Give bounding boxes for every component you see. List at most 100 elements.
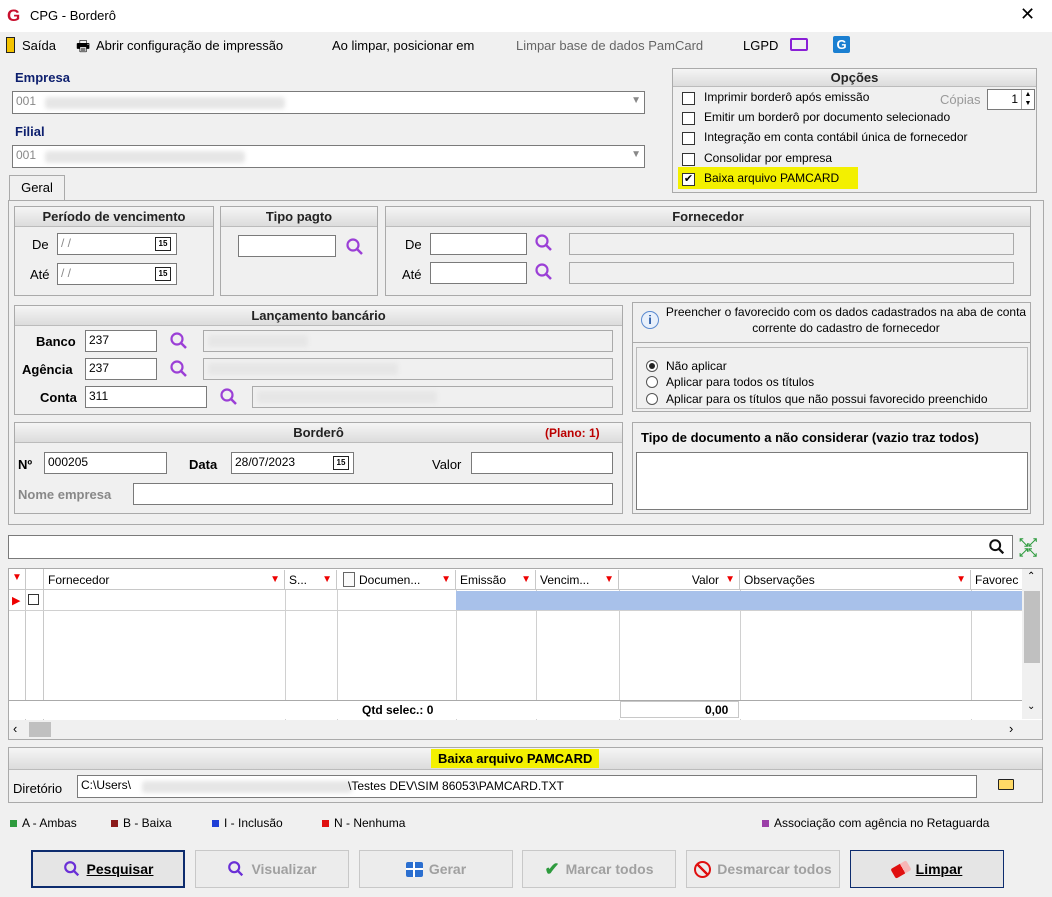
search-icon[interactable] — [534, 233, 554, 253]
fornecedor-de-label: De — [405, 237, 422, 252]
data-label: Data — [189, 457, 218, 472]
scroll-up-icon[interactable]: ⌃ — [1027, 571, 1035, 582]
spin-icon[interactable]: ▲ ▼ — [1021, 90, 1034, 109]
col-emissao[interactable]: Emissão ▼ — [456, 570, 536, 590]
col-observacoes[interactable]: Observações ▼ — [740, 570, 971, 590]
conta-input[interactable]: 311 — [85, 386, 207, 408]
agencia-input[interactable]: 237 — [85, 358, 157, 380]
limpar-base-button[interactable]: Limpar base de dados PamCard — [516, 38, 703, 53]
scroll-down-icon[interactable]: ⌄ — [1027, 701, 1035, 712]
close-icon[interactable]: ✕ — [1020, 4, 1035, 25]
diretorio-input[interactable]: C:\Users\ \Testes DEV\SIM 86053\PAMCARD.… — [77, 775, 977, 798]
scroll-thumb[interactable] — [1024, 591, 1040, 663]
limpar-button[interactable]: Limpar — [850, 850, 1004, 888]
filial-select[interactable]: 001 ▼ — [12, 145, 645, 168]
app-logo-icon: G — [7, 6, 21, 25]
monitor-icon[interactable] — [790, 38, 808, 51]
copias-input[interactable]: 1 ▲ ▼ — [987, 89, 1035, 110]
horizontal-scrollbar[interactable]: ‹ › — [9, 720, 1042, 739]
valor-input[interactable] — [471, 452, 613, 474]
eraser-icon — [890, 859, 912, 879]
legend-n: N - Nenhuma — [322, 816, 405, 830]
chevron-down-icon[interactable]: ▼ — [631, 95, 641, 106]
visualizar-label: Visualizar — [251, 861, 317, 877]
opcao-checkbox-2[interactable] — [682, 132, 695, 145]
filter-icon: ▼ — [604, 574, 614, 585]
expand-icon[interactable]: ⤡⤢ ⤢⤡ — [1018, 538, 1038, 559]
scroll-left-icon[interactable]: ‹ — [13, 721, 17, 736]
favorecido-radio-2[interactable] — [646, 393, 658, 405]
pesquisar-button[interactable]: Pesquisar — [31, 850, 185, 888]
valor-label: Valor — [432, 457, 462, 472]
opcao-checkbox-1[interactable] — [682, 112, 695, 125]
row-checkbox[interactable] — [28, 594, 39, 605]
numero-input[interactable]: 000205 — [44, 452, 167, 474]
scroll-hthumb[interactable] — [29, 722, 51, 737]
fornecedor-de-input[interactable] — [430, 233, 527, 255]
opcao-checkbox-4[interactable]: ✔ — [682, 173, 695, 186]
opcao-label-0: Imprimir borderô após emissão — [704, 90, 870, 104]
tipo-doc-input[interactable] — [636, 452, 1028, 510]
abrir-config-button[interactable]: Abrir configuração de impressão — [96, 38, 283, 53]
opcoes-title: Opções — [673, 69, 1036, 87]
desmarcar-todos-button[interactable]: Desmarcar todos — [686, 850, 840, 888]
toolbar: Saída 🖶 Abrir configuração de impressão … — [0, 34, 1052, 58]
fornecedor-ate-input[interactable] — [430, 262, 527, 284]
data-value: 28/07/2023 — [235, 455, 296, 469]
fornecedor-ate-name — [569, 262, 1014, 284]
document-icon — [343, 572, 355, 587]
lgpd-button[interactable]: LGPD — [743, 38, 778, 53]
banco-input[interactable]: 237 — [85, 330, 157, 352]
search-icon[interactable] — [345, 237, 365, 257]
marcar-todos-button[interactable]: ✔ Marcar todos — [522, 850, 676, 888]
calendar-icon[interactable]: 15 — [155, 237, 171, 251]
table-row[interactable]: ▶ — [9, 591, 1022, 611]
grid-search-input[interactable] — [8, 535, 1013, 559]
calendar-icon[interactable]: 15 — [333, 456, 349, 470]
filial-label: Filial — [15, 124, 45, 139]
favorecido-radio-1[interactable] — [646, 376, 658, 388]
legend-i: I - Inclusão — [212, 816, 283, 830]
window-title: CPG - Borderô — [30, 8, 116, 23]
tipo-pagto-input[interactable] — [238, 235, 336, 257]
ao-limpar-button[interactable]: Ao limpar, posicionar em — [332, 38, 474, 53]
scroll-right-icon[interactable]: › — [1009, 721, 1013, 736]
vertical-scrollbar[interactable]: ⌃ ⌄ — [1022, 569, 1042, 719]
gerar-button[interactable]: Gerar — [359, 850, 513, 888]
dir-suffix: \Testes DEV\SIM 86053\PAMCARD.TXT — [348, 779, 564, 793]
grid-icon — [405, 861, 423, 877]
folder-open-icon[interactable] — [998, 779, 1014, 790]
filter-icon: ▼ — [521, 574, 531, 585]
visualizar-button[interactable]: Visualizar — [195, 850, 349, 888]
col-favorecido[interactable]: Favorec — [971, 570, 1022, 590]
opcao-label-2: Integração em conta contábil única de fo… — [704, 130, 968, 144]
favorecido-option-2: Aplicar para os títulos que não possui f… — [666, 392, 988, 406]
opcao-checkbox-0[interactable] — [682, 92, 695, 105]
opcao-checkbox-3[interactable] — [682, 153, 695, 166]
legend-assoc: Associação com agência no Retaguarda — [762, 816, 989, 830]
search-icon[interactable] — [988, 538, 1006, 556]
nome-empresa-input[interactable] — [133, 483, 613, 505]
logo-g-icon[interactable]: G — [833, 36, 850, 53]
periodo-de-value: / / — [61, 236, 72, 250]
tipo-doc-title: Tipo de documento a não considerar (vazi… — [641, 430, 979, 445]
empresa-select[interactable]: 001 ▼ — [12, 91, 645, 114]
favorecido-radio-0[interactable] — [646, 360, 658, 372]
qtd-selec: Qtd selec.: 0 — [362, 703, 434, 717]
col-fornecedor[interactable]: Fornecedor ▼ — [44, 570, 285, 590]
chevron-down-icon[interactable]: ▼ — [631, 149, 641, 160]
opcao-label-1: Emitir um borderô por documento selecion… — [704, 110, 951, 124]
search-icon[interactable] — [169, 359, 189, 379]
col-valor[interactable]: Valor ▼ — [619, 570, 740, 590]
calendar-icon[interactable]: 15 — [155, 267, 171, 281]
tab-geral[interactable]: Geral — [9, 175, 65, 201]
col-s[interactable]: S... ▼ — [285, 570, 337, 590]
search-icon[interactable] — [534, 262, 554, 282]
filter-icon: ▼ — [322, 574, 332, 585]
conta-label: Conta — [40, 390, 77, 405]
search-icon[interactable] — [219, 387, 239, 407]
ate-label: Até — [30, 267, 50, 282]
saida-button[interactable]: Saída — [22, 38, 56, 53]
search-icon[interactable] — [169, 331, 189, 351]
col-vencimento[interactable]: Vencim... ▼ — [536, 570, 619, 590]
